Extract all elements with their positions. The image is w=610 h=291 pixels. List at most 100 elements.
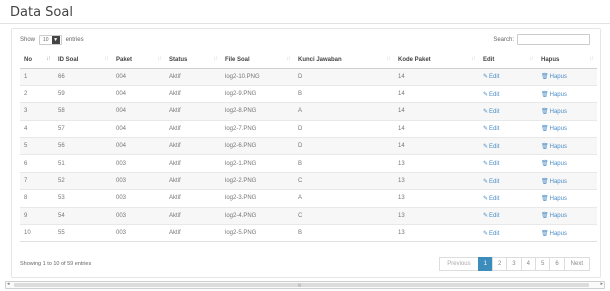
delete-link[interactable]: 🗑Hapus: [541, 92, 567, 98]
edit-label: Edit: [489, 161, 500, 168]
table-row: 2 59 004 Aktif log2-9.PNG B 14 ✎Edit 🗑Hapus: [20, 84, 597, 103]
column-header-label: ID Soal: [58, 57, 79, 64]
edit-link[interactable]: ✎Edit: [483, 144, 499, 150]
delete-link[interactable]: 🗑Hapus: [541, 74, 567, 80]
edit-link[interactable]: ✎Edit: [483, 213, 499, 219]
table-row: 3 58 004 Aktif log2-8.PNG A 14 ✎Edit 🗑Hapus: [20, 102, 597, 121]
edit-cell: ✎Edit: [479, 171, 537, 190]
edit-label: Edit: [489, 74, 500, 81]
delete-label: Hapus: [549, 126, 567, 133]
delete-link[interactable]: 🗑Hapus: [541, 231, 567, 237]
table-cell: C: [294, 171, 394, 190]
table-cell: Aktif: [165, 171, 221, 190]
trash-icon: 🗑: [541, 126, 549, 133]
delete-link[interactable]: 🗑Hapus: [541, 161, 567, 167]
table-cell: Aktif: [165, 84, 221, 103]
pagination-page-5[interactable]: 5: [534, 257, 551, 271]
sort-icon: ↓↑: [589, 56, 594, 62]
table-cell: log2-1.PNG: [221, 154, 294, 173]
table-cell: 004: [112, 67, 165, 86]
search-control: Search:: [493, 34, 590, 45]
edit-cell: ✎Edit: [479, 67, 537, 86]
entries-select[interactable]: 10 ▼: [39, 35, 62, 45]
sort-icon: ↓↑: [46, 56, 51, 62]
table-cell: A: [294, 102, 394, 121]
delete-label: Hapus: [549, 213, 567, 220]
pagination-page-4[interactable]: 4: [520, 257, 536, 271]
delete-cell: 🗑Hapus: [537, 189, 597, 208]
delete-cell: 🗑Hapus: [537, 171, 597, 190]
entries-length-control: Show 10 ▼ entries: [20, 35, 84, 45]
delete-link[interactable]: 🗑Hapus: [541, 126, 567, 132]
delete-link[interactable]: 🗑Hapus: [541, 213, 567, 219]
column-header-kode-paket[interactable]: Kode Paket ↓↑: [394, 53, 479, 69]
scroll-right-icon[interactable]: ▸: [600, 281, 603, 287]
sort-icon: ↓↑: [529, 56, 534, 62]
delete-label: Hapus: [549, 91, 567, 98]
scrollbar-thumb[interactable]: [14, 283, 589, 287]
edit-link[interactable]: ✎Edit: [483, 196, 499, 202]
column-header-label: Kode Paket: [398, 57, 431, 64]
chevron-down-icon: ▼: [51, 36, 60, 44]
table-row: 5 56 004 Aktif log2-6.PNG D 14 ✎Edit 🗑Hapus: [20, 137, 597, 155]
delete-cell: 🗑Hapus: [537, 102, 597, 121]
edit-link[interactable]: ✎Edit: [483, 92, 499, 98]
column-header-id-soal[interactable]: ID Soal ↓↑: [54, 53, 112, 69]
horizontal-scrollbar[interactable]: ◂ ||| ▸: [5, 281, 605, 289]
edit-label: Edit: [489, 195, 500, 202]
delete-cell: 🗑Hapus: [537, 224, 597, 243]
pagination-page-1[interactable]: 1: [477, 257, 493, 271]
edit-link[interactable]: ✎Edit: [483, 179, 499, 185]
edit-cell: ✎Edit: [479, 102, 537, 121]
delete-link[interactable]: 🗑Hapus: [541, 109, 567, 115]
trash-icon: 🗑: [541, 213, 549, 220]
edit-icon: ✎: [483, 143, 489, 150]
column-header-no[interactable]: No ↓↑: [20, 53, 54, 69]
edit-link[interactable]: ✎Edit: [483, 231, 499, 237]
edit-label: Edit: [489, 178, 500, 185]
table-cell: B: [294, 84, 394, 103]
scroll-left-icon[interactable]: ◂: [7, 281, 10, 287]
edit-icon: ✎: [483, 108, 489, 115]
edit-cell: ✎Edit: [479, 189, 537, 208]
edit-link[interactable]: ✎Edit: [483, 126, 499, 132]
column-header-status[interactable]: Status ↓↑: [165, 53, 221, 69]
edit-icon: ✎: [483, 126, 489, 133]
column-header-label: No: [24, 57, 32, 64]
sort-icon: ↓↑: [104, 56, 109, 62]
table-cell: 55: [54, 224, 112, 243]
edit-link[interactable]: ✎Edit: [483, 109, 499, 115]
delete-link[interactable]: 🗑Hapus: [541, 144, 567, 150]
table-cell: 1: [20, 67, 54, 86]
delete-cell: 🗑Hapus: [537, 84, 597, 103]
table-cell: A: [294, 189, 394, 208]
delete-cell: 🗑Hapus: [537, 119, 597, 138]
edit-label: Edit: [489, 91, 500, 98]
column-header-paket[interactable]: Paket ↓↑: [112, 53, 165, 69]
delete-cell: 🗑Hapus: [537, 206, 597, 225]
delete-link[interactable]: 🗑Hapus: [541, 179, 567, 185]
delete-link[interactable]: 🗑Hapus: [541, 196, 567, 202]
edit-link[interactable]: ✎Edit: [483, 161, 499, 167]
column-header-file-soal[interactable]: File Soal ↓↑: [221, 53, 294, 69]
column-header-hapus[interactable]: Hapus ↓↑: [537, 53, 597, 69]
column-header-edit[interactable]: Edit ↓↑: [479, 53, 537, 69]
search-input[interactable]: [517, 34, 590, 45]
entries-select-value: 10: [43, 37, 49, 43]
table-cell: B: [294, 154, 394, 173]
table-cell: 57: [54, 119, 112, 138]
edit-link[interactable]: ✎Edit: [483, 74, 499, 80]
edit-cell: ✎Edit: [479, 119, 537, 138]
column-header-label: Kunci Jawaban: [298, 57, 342, 64]
pagination-previous[interactable]: Previous: [439, 257, 479, 271]
edit-icon: ✎: [483, 161, 489, 168]
table-cell: log2-3.PNG: [221, 189, 294, 208]
delete-label: Hapus: [549, 108, 567, 115]
pagination-page-6[interactable]: 6: [549, 257, 565, 271]
edit-icon: ✎: [483, 74, 489, 81]
pagination-page-2[interactable]: 2: [491, 257, 508, 271]
table-cell: 52: [54, 171, 112, 190]
pagination-next[interactable]: Next: [563, 257, 590, 271]
pagination-page-3[interactable]: 3: [506, 257, 522, 271]
column-header-kunci-jawaban[interactable]: Kunci Jawaban ↓↑: [294, 53, 394, 69]
